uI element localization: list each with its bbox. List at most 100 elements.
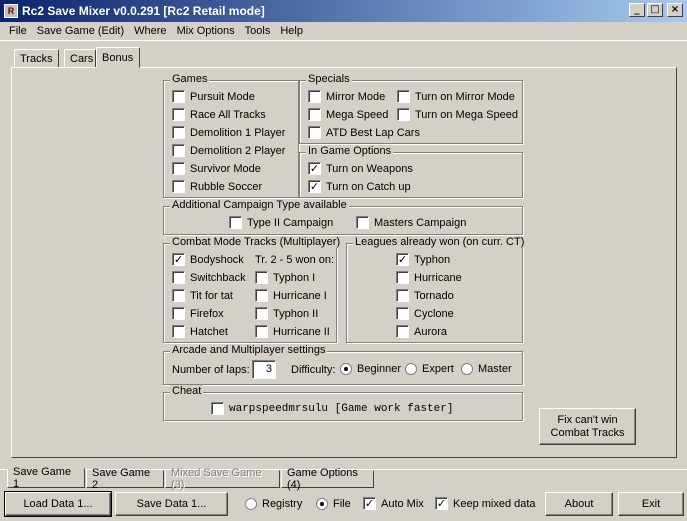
checkbox-box <box>172 108 185 121</box>
track-switchback-checkbox[interactable]: Switchback <box>172 271 246 284</box>
atd-best-lap-checkbox[interactable]: ATD Best Lap Cars <box>308 126 420 139</box>
checkbox-box <box>172 126 185 139</box>
checkbox-box <box>172 162 185 175</box>
file-radio[interactable]: File <box>316 498 351 510</box>
fix-combat-tracks-button[interactable]: Fix can't win Combat Tracks <box>539 408 636 445</box>
checkbox-box <box>172 307 185 320</box>
checkbox-box <box>255 271 268 284</box>
keep-mixed-check: ✓ <box>435 497 448 510</box>
tab-mixed-save-game[interactable]: Mixed Save Game (3) <box>165 467 280 491</box>
games-title: Games <box>170 73 210 85</box>
menu-where[interactable]: Where <box>129 25 171 37</box>
won-typhon1-checkbox[interactable]: Typhon I <box>255 271 315 284</box>
radio-dot <box>461 363 473 375</box>
checkbox-box <box>172 289 185 302</box>
checkbox-box <box>308 108 321 121</box>
won-hurricane1-checkbox[interactable]: Hurricane I <box>255 289 327 302</box>
checkbox-box: ✓ <box>172 253 185 266</box>
game-rubble-soccer-checkbox[interactable]: Rubble Soccer <box>172 180 262 193</box>
league-typhon-checkbox[interactable]: ✓ Typhon <box>396 253 450 266</box>
checkbox-box <box>396 307 409 320</box>
type2-campaign-checkbox[interactable]: Type II Campaign <box>229 216 333 229</box>
registry-radio[interactable]: Registry <box>245 498 302 510</box>
mega-speed-checkbox[interactable]: Mega Speed <box>308 108 388 121</box>
weapons-checkbox[interactable]: ✓ Turn on Weapons <box>308 162 413 175</box>
track-bodyshock-checkbox[interactable]: ✓ Bodyshock <box>172 253 244 266</box>
checkbox-box <box>255 307 268 320</box>
turn-on-mega-speed-checkbox[interactable]: Turn on Mega Speed <box>397 108 518 121</box>
window-title: Rc2 Save Mixer v0.0.291 [Rc2 Retail mode… <box>22 4 265 18</box>
tab-save-game-2[interactable]: Save Game 2 <box>86 467 164 491</box>
maximize-icon[interactable]: □ <box>647 3 663 17</box>
specials-group: Specials Mirror Mode Turn on Mirror Mode… <box>299 73 523 144</box>
difficulty-label: Difficulty: <box>291 364 336 376</box>
keep-mixed-data-checkbox[interactable]: ✓ Keep mixed data <box>435 497 536 510</box>
tab-save-game-1[interactable]: Save Game 1 <box>7 466 85 490</box>
track-hatchet-checkbox[interactable]: Hatchet <box>172 325 228 338</box>
close-icon[interactable]: × <box>667 3 683 17</box>
checkbox-box <box>397 108 410 121</box>
checkbox-box <box>356 216 369 229</box>
load-data-button[interactable]: Load Data 1... <box>4 491 112 517</box>
in-game-options-group: In Game Options ✓ Turn on Weapons ✓ Turn o… <box>299 145 523 198</box>
game-demolition2-checkbox[interactable]: Demolition 2 Player <box>172 144 285 157</box>
track-tit-for-tat-checkbox[interactable]: Tit for tat <box>172 289 233 302</box>
menu-save-game-edit[interactable]: Save Game (Edit) <box>32 25 129 37</box>
won-hurricane2-checkbox[interactable]: Hurricane II <box>255 325 330 338</box>
menu-help[interactable]: Help <box>275 25 308 37</box>
difficulty-beginner-radio[interactable]: Beginner <box>340 363 401 375</box>
cheat-title: Cheat <box>170 385 204 397</box>
registry-radio-dot <box>245 498 257 510</box>
radio-dot <box>405 363 417 375</box>
checkbox-box <box>229 216 242 229</box>
turn-on-mirror-checkbox[interactable]: Turn on Mirror Mode <box>397 90 515 103</box>
combat-tracks-title: Combat Mode Tracks (Multiplayer) <box>170 236 343 248</box>
game-race-all-checkbox[interactable]: Race All Tracks <box>172 108 266 121</box>
checkbox-box <box>396 325 409 338</box>
game-pursuit-checkbox[interactable]: Pursuit Mode <box>172 90 255 103</box>
mirror-mode-checkbox[interactable]: Mirror Mode <box>308 90 385 103</box>
window-controls: _ □ × <box>629 3 683 17</box>
track-firefox-checkbox[interactable]: Firefox <box>172 307 224 320</box>
difficulty-expert-radio[interactable]: Expert <box>405 363 454 375</box>
in-game-options-title: In Game Options <box>306 145 394 157</box>
game-survivor-checkbox[interactable]: Survivor Mode <box>172 162 261 175</box>
league-tornado-checkbox[interactable]: Tornado <box>396 289 454 302</box>
laps-input[interactable]: 3 <box>252 360 276 379</box>
menu-mix-options[interactable]: Mix Options <box>172 25 240 37</box>
league-cyclone-checkbox[interactable]: Cyclone <box>396 307 454 320</box>
game-demolition1-checkbox[interactable]: Demolition 1 Player <box>172 126 285 139</box>
warpspeed-cheat-checkbox[interactable]: warpspeedmrsulu [Game work faster] <box>211 402 453 415</box>
tab-tracks[interactable]: Tracks <box>14 49 59 68</box>
difficulty-master-radio[interactable]: Master <box>461 363 512 375</box>
tab-cars[interactable]: Cars <box>64 49 96 68</box>
exit-button[interactable]: Exit <box>618 492 684 516</box>
catch-up-checkbox[interactable]: ✓ Turn on Catch up <box>308 180 411 193</box>
checkbox-box <box>172 180 185 193</box>
minimize-icon[interactable]: _ <box>629 3 645 17</box>
checkbox-box: ✓ <box>308 180 321 193</box>
title-bar[interactable]: R Rc2 Save Mixer v0.0.291 [Rc2 Retail mo… <box>0 0 687 22</box>
league-aurora-checkbox[interactable]: Aurora <box>396 325 447 338</box>
leagues-group: Leagues already won (on curr. CT) ✓ Typho… <box>346 236 527 343</box>
arcade-group: Arcade and Multiplayer settings Number o… <box>163 344 523 385</box>
tab-game-options[interactable]: Game Options (4) <box>281 467 374 491</box>
save-data-button[interactable]: Save Data 1... <box>115 492 228 516</box>
about-button[interactable]: About <box>545 492 613 516</box>
masters-campaign-checkbox[interactable]: Masters Campaign <box>356 216 466 229</box>
laps-label: Number of laps: <box>172 364 250 376</box>
radio-dot <box>340 363 352 375</box>
won-on-label: Tr. 2 - 5 won on: <box>255 254 335 266</box>
menu-file[interactable]: File <box>4 25 32 37</box>
checkbox-box <box>172 90 185 103</box>
tab-bonus[interactable]: Bonus <box>96 47 140 68</box>
menu-tools[interactable]: Tools <box>240 25 276 37</box>
auto-mix-checkbox[interactable]: ✓ Auto Mix <box>363 497 424 510</box>
league-hurricane-checkbox[interactable]: Hurricane <box>396 271 462 284</box>
checkbox-box <box>172 144 185 157</box>
checkbox-box <box>255 289 268 302</box>
checkbox-box: ✓ <box>308 162 321 175</box>
checkbox-box <box>396 289 409 302</box>
won-typhon2-checkbox[interactable]: Typhon II <box>255 307 318 320</box>
bonus-panel: Games Pursuit Mode Race All Tracks Demol… <box>11 67 677 458</box>
